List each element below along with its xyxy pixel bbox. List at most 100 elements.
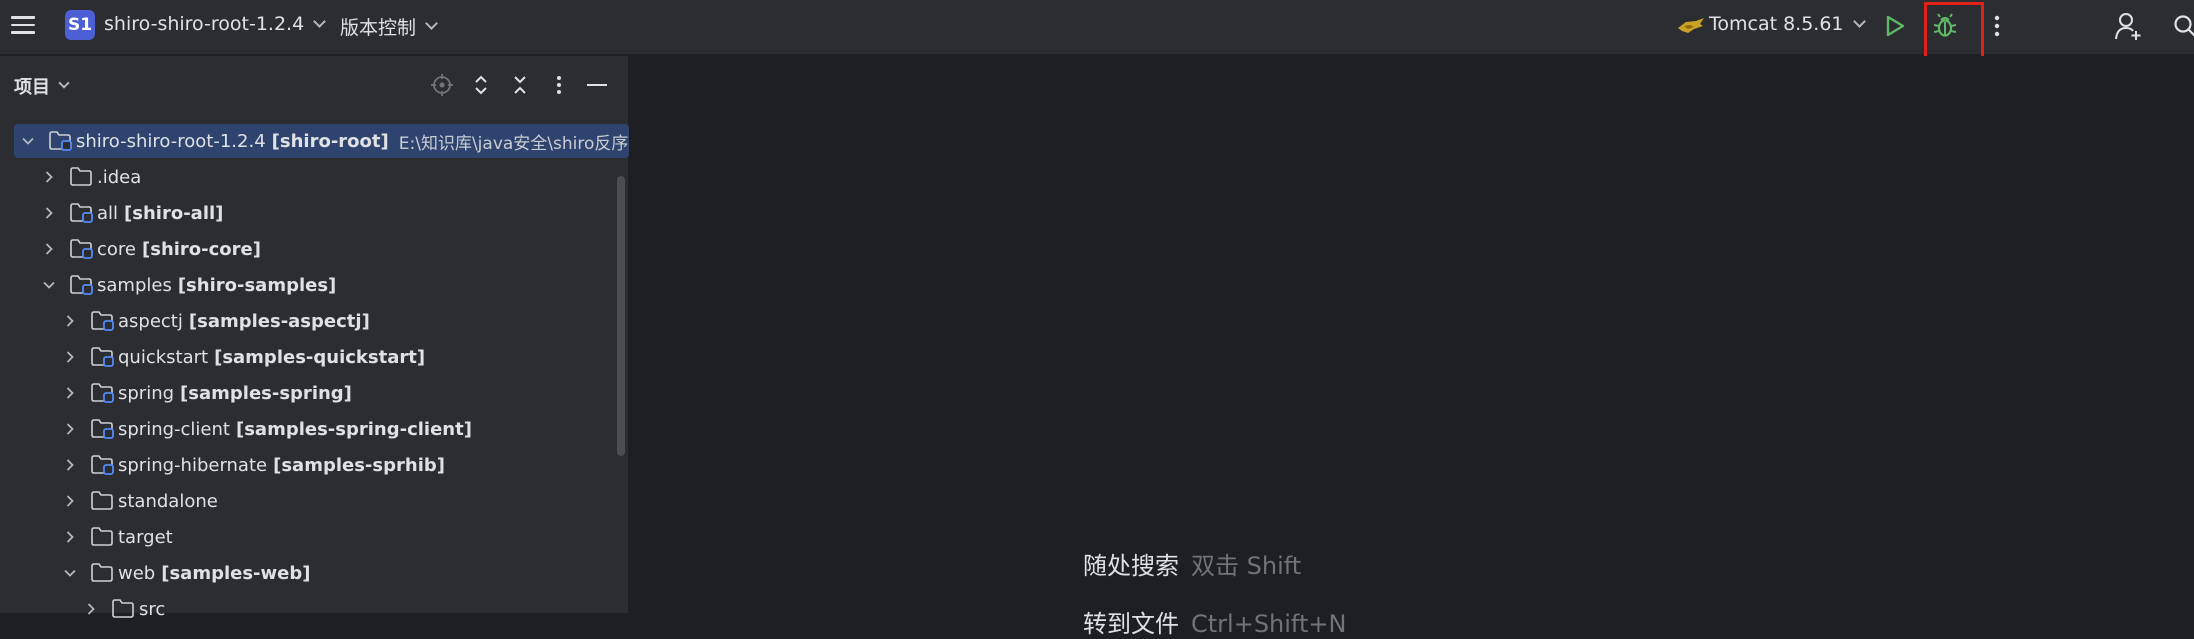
tree-item-module: [samples-sprhib] (273, 455, 445, 476)
tree-item-name: quickstart (118, 347, 208, 368)
tree-item-module: [shiro-root] (272, 131, 389, 152)
project-switcher[interactable]: shiro-shiro-root-1.2.4 (104, 13, 324, 35)
chevron-right-icon[interactable] (64, 315, 76, 327)
tree-item-name: spring-client (118, 419, 230, 440)
chevron-down-icon (58, 77, 69, 88)
module-folder-icon (69, 274, 95, 296)
add-user-icon[interactable] (2112, 9, 2146, 43)
project-name: shiro-shiro-root-1.2.4 (104, 13, 304, 35)
folder-icon (90, 526, 116, 548)
tree-item[interactable]: spring-client [samples-spring-client] (14, 412, 629, 446)
tree-item-name: samples (97, 275, 172, 296)
tree-item-name: spring (118, 383, 174, 404)
tree-item-name: all (97, 203, 118, 224)
hamburger-icon[interactable] (10, 12, 36, 38)
options-icon[interactable] (545, 71, 573, 99)
chevron-right-icon[interactable] (64, 459, 76, 471)
chevron-down-icon[interactable] (64, 567, 76, 579)
tree-scrollbar[interactable] (617, 176, 625, 456)
vcs-menu[interactable]: 版本控制 (340, 13, 436, 40)
chevron-down-icon (1853, 15, 1866, 28)
tree-item-name: spring-hibernate (118, 455, 267, 476)
chevron-right-icon[interactable] (64, 351, 76, 363)
tree-item[interactable]: src (14, 592, 629, 626)
play-icon (1884, 14, 1906, 38)
hide-panel-icon[interactable] (583, 71, 611, 99)
tree-item-name: .idea (97, 167, 141, 188)
tree-item[interactable]: all [shiro-all] (14, 196, 629, 230)
tree-item[interactable]: target (14, 520, 629, 554)
tree-item-module: [samples-spring] (180, 383, 352, 404)
project-badge[interactable]: S1 (65, 10, 95, 40)
module-folder-icon (90, 418, 116, 440)
chevron-down-icon (425, 17, 438, 30)
debug-button[interactable] (1925, 9, 1965, 43)
vcs-label: 版本控制 (340, 13, 416, 40)
tree-item[interactable]: aspectj [samples-aspectj] (14, 304, 629, 338)
folder-icon (111, 598, 137, 620)
chevron-right-icon[interactable] (64, 531, 76, 543)
tree-item-module: [shiro-all] (124, 203, 223, 224)
hint-shortcut: 双击 Shift (1191, 552, 1301, 580)
tree-item[interactable]: spring-hibernate [samples-sprhib] (14, 448, 629, 482)
chevron-right-icon[interactable] (43, 243, 55, 255)
project-panel: 项目 (0, 56, 629, 613)
tree-item[interactable]: .idea (14, 160, 629, 194)
tree-item-name: web (118, 563, 155, 584)
tree-item[interactable]: samples[shiro-samples] (14, 268, 629, 302)
chevron-right-icon[interactable] (43, 207, 55, 219)
tree-item[interactable]: quickstart [samples-quickstart] (14, 340, 629, 374)
editor-empty-area: 随处搜索双击 Shift 转到文件Ctrl+Shift+N (630, 56, 2194, 613)
run-config-label: Tomcat 8.5.61 (1709, 13, 1844, 35)
tree-item-name: core (97, 239, 136, 260)
hint-label: 随处搜索 (1083, 552, 1179, 580)
chevron-right-icon[interactable] (43, 171, 55, 183)
project-view-selector[interactable]: 项目 (14, 73, 68, 99)
tree-item-name: aspectj (118, 311, 183, 332)
search-everywhere-hint: 随处搜索双击 Shift (1083, 546, 1301, 581)
run-configuration-selector[interactable]: Tomcat 8.5.61 (1709, 13, 1864, 35)
module-folder-icon (48, 130, 74, 152)
tree-item-module: [shiro-core] (142, 239, 261, 260)
chevron-right-icon[interactable] (64, 387, 76, 399)
tree-item[interactable]: web [samples-web] (14, 556, 629, 590)
tree-item[interactable]: core [shiro-core] (14, 232, 629, 266)
chevron-down-icon (313, 15, 326, 28)
tree-item-module: [samples-spring-client] (236, 419, 472, 440)
locate-icon[interactable] (428, 71, 456, 99)
main-toolbar: S1 shiro-shiro-root-1.2.4 版本控制 Tomcat 8.… (0, 0, 2194, 55)
tree-item[interactable]: shiro-shiro-root-1.2.4 [shiro-root] E:\知识库… (14, 124, 629, 158)
tree-item-module: [samples-web] (161, 563, 310, 584)
tree-item-module: [samples-quickstart] (214, 347, 425, 368)
tree-item[interactable]: standalone (14, 484, 629, 518)
tree-item-module: [samples-aspectj] (189, 311, 370, 332)
tree-item-path: E:\知识库\java安全\shiro反序列 (399, 129, 629, 154)
run-button[interactable] (1880, 11, 1910, 41)
collapse-all-icon[interactable] (506, 71, 534, 99)
panel-header: 项目 (0, 56, 629, 116)
tree-item-name: shiro-shiro-root-1.2.4 (76, 131, 266, 152)
module-folder-icon (69, 238, 95, 260)
tree-item-name: standalone (118, 491, 218, 512)
bug-icon (1931, 12, 1959, 40)
folder-icon (69, 166, 95, 188)
tree-item-name: src (139, 599, 165, 620)
tree-item-name: target (118, 527, 173, 548)
panel-title: 项目 (14, 73, 50, 99)
module-folder-icon (90, 310, 116, 332)
chevron-down-icon[interactable] (22, 135, 34, 147)
chevron-right-icon[interactable] (85, 603, 97, 615)
chevron-down-icon[interactable] (43, 279, 55, 291)
chevron-right-icon[interactable] (64, 495, 76, 507)
module-folder-icon (90, 382, 116, 404)
goto-file-hint: 转到文件Ctrl+Shift+N (1083, 604, 1346, 639)
folder-icon (90, 562, 116, 584)
tree-item[interactable]: spring [samples-spring] (14, 376, 629, 410)
tomcat-icon (1676, 14, 1706, 38)
chevron-right-icon[interactable] (64, 423, 76, 435)
search-icon[interactable] (2170, 11, 2194, 41)
hint-shortcut: Ctrl+Shift+N (1191, 610, 1346, 638)
module-folder-icon (90, 454, 116, 476)
more-options-icon[interactable] (1987, 12, 2007, 40)
expand-all-icon[interactable] (467, 71, 495, 99)
